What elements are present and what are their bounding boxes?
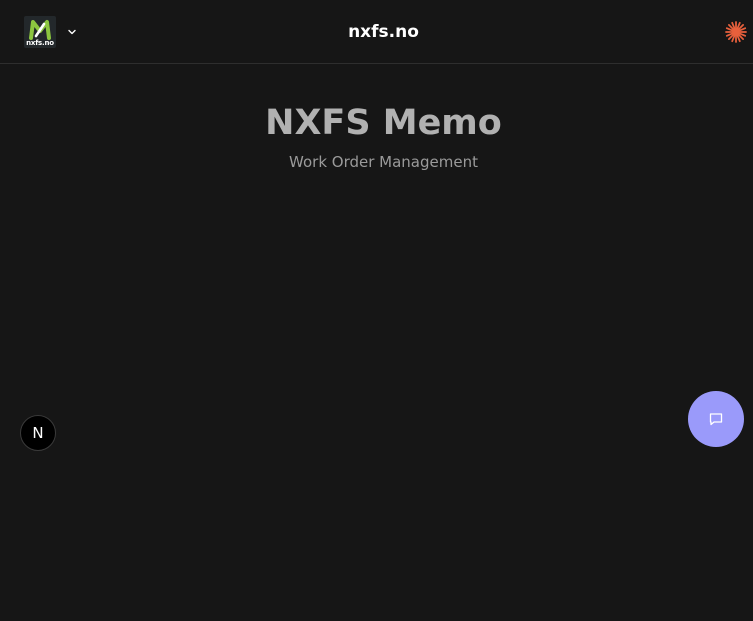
sparkle-icon[interactable] [724,20,748,44]
page-subtitle: Work Order Management [289,153,478,171]
page-title: NXFS Memo [265,103,502,143]
logo-menu-button[interactable]: nxfs.no [24,16,78,48]
chat-bubble-icon [709,413,723,426]
n-badge-button[interactable]: N [20,415,56,451]
top-bar: nxfs.no nxfs.no [0,0,753,64]
chat-button[interactable] [688,391,744,447]
hero-section: NXFS Memo Work Order Management [0,100,753,172]
logo-caption: nxfs.no [26,39,54,47]
chevron-down-icon [68,29,76,35]
site-title: nxfs.no [348,22,419,42]
nxfs-logo: nxfs.no [24,16,56,48]
